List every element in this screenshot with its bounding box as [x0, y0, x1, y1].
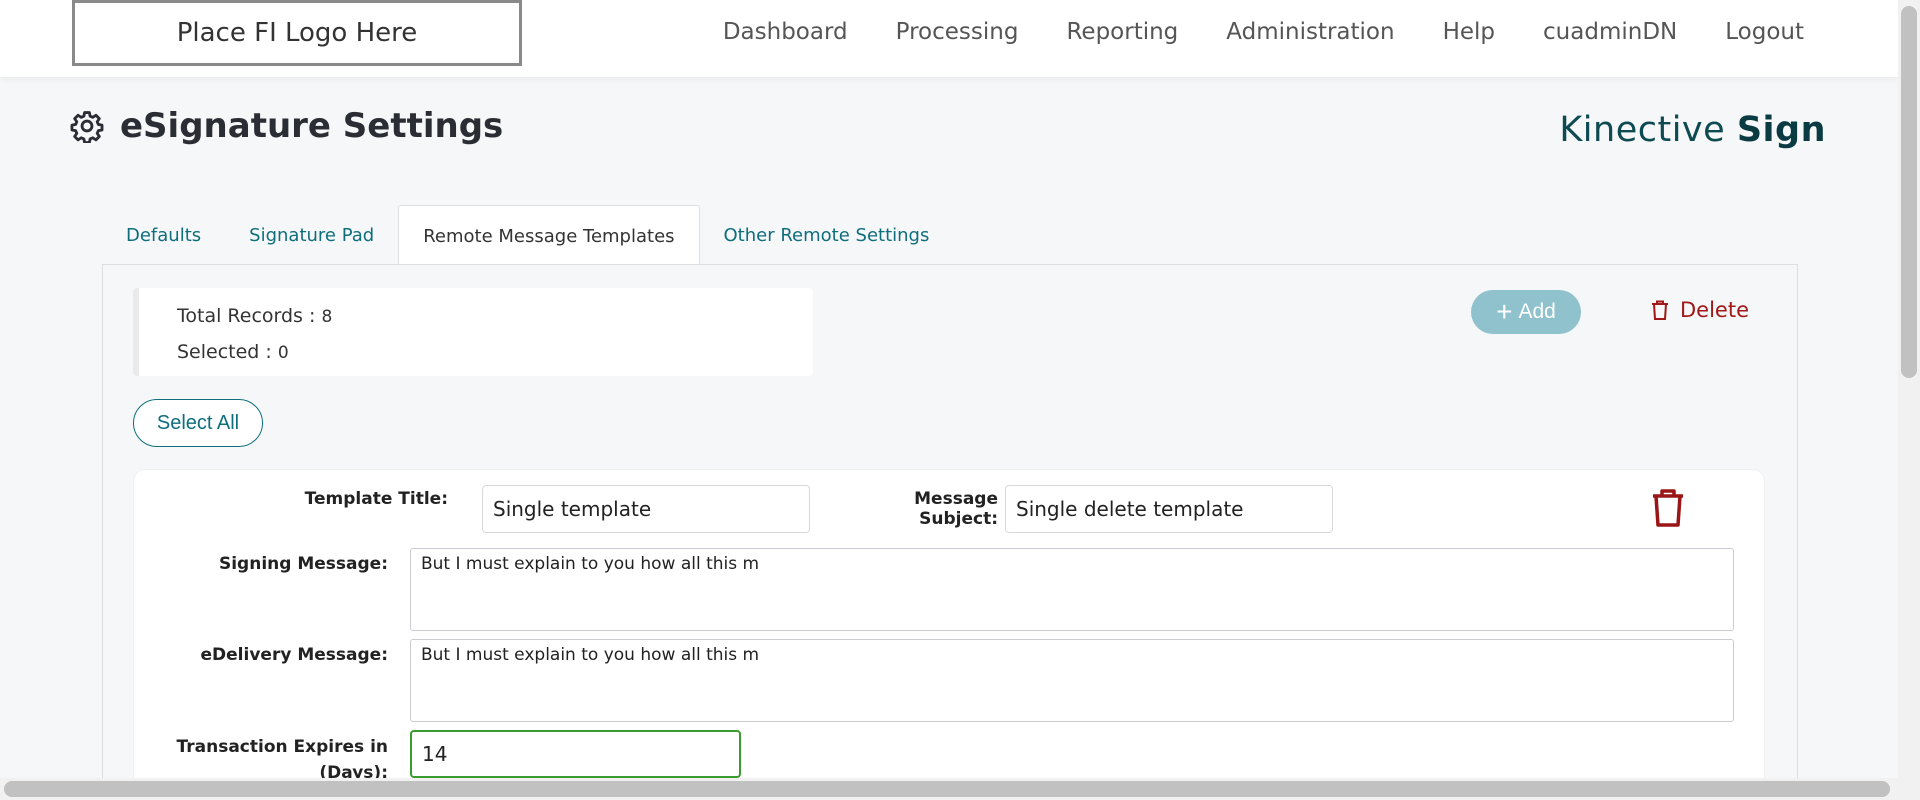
message-subject-input[interactable]: Single delete template	[1005, 485, 1333, 533]
total-records-label: Total Records :	[177, 305, 322, 327]
transaction-expires-label-line1: Transaction Expires in	[176, 737, 388, 757]
tab-remote-message-templates[interactable]: Remote Message Templates	[398, 205, 700, 266]
signing-message-label: Signing Message:	[218, 554, 388, 574]
main-nav: Dashboard Processing Reporting Administr…	[699, 12, 1804, 52]
nav-help[interactable]: Help	[1419, 19, 1519, 45]
nav-administration[interactable]: Administration	[1202, 19, 1418, 45]
vertical-scrollbar[interactable]	[1898, 0, 1920, 800]
add-button-label: Add	[1518, 300, 1556, 323]
top-navigation-bar: Place FI Logo Here Dashboard Processing …	[0, 0, 1898, 77]
nav-user-account[interactable]: cuadminDN	[1519, 19, 1701, 45]
nav-dashboard[interactable]: Dashboard	[699, 19, 872, 45]
fi-logo-placeholder[interactable]: Place FI Logo Here	[72, 0, 522, 66]
selected-records-count: 0	[277, 343, 289, 363]
nav-processing[interactable]: Processing	[872, 19, 1043, 45]
trash-icon	[1652, 300, 1668, 320]
selected-records-label: Selected :	[177, 341, 278, 363]
records-summary: Total Records : 8 Selected : 0	[133, 288, 813, 376]
delete-button-label: Delete	[1680, 298, 1749, 322]
edelivery-message-label: eDelivery Message:	[200, 645, 388, 665]
tab-defaults[interactable]: Defaults	[102, 205, 225, 265]
add-template-button[interactable]: + Add	[1471, 290, 1581, 334]
transaction-expires-input[interactable]: 14	[410, 730, 741, 778]
select-all-button[interactable]: Select All	[133, 399, 263, 447]
page-title-row: eSignature Settings	[70, 106, 503, 146]
page-title: eSignature Settings	[120, 106, 504, 146]
brand-logo: Kinective Sign	[1559, 110, 1826, 150]
total-records: Total Records : 8	[177, 298, 813, 334]
tab-signature-pad[interactable]: Signature Pad	[225, 205, 398, 265]
horizontal-scroll-thumb[interactable]	[4, 781, 1890, 797]
delete-template-icon[interactable]	[1651, 488, 1685, 528]
vertical-scroll-thumb[interactable]	[1901, 6, 1917, 378]
brand-name-light: Kinective	[1559, 110, 1737, 150]
selected-records: Selected : 0	[177, 334, 813, 370]
gear-icon	[70, 111, 104, 143]
plus-icon: +	[1496, 296, 1513, 327]
tab-other-remote-settings[interactable]: Other Remote Settings	[700, 205, 954, 265]
nav-reporting[interactable]: Reporting	[1042, 19, 1202, 45]
template-title-input[interactable]: Single template	[482, 485, 810, 533]
horizontal-scrollbar[interactable]	[0, 778, 1898, 800]
message-subject-label: Message Subject:	[914, 489, 998, 529]
brand-name-bold: Sign	[1736, 110, 1826, 150]
total-records-count: 8	[321, 307, 333, 327]
delete-selected-button[interactable]: Delete	[1650, 298, 1749, 322]
template-title-label: Template Title:	[304, 489, 448, 509]
nav-logout[interactable]: Logout	[1701, 19, 1804, 45]
signing-message-textarea[interactable]: But I must explain to you how all this m	[410, 548, 1734, 631]
edelivery-message-textarea[interactable]: But I must explain to you how all this m	[410, 639, 1734, 722]
settings-tabs: Defaults Signature Pad Remote Message Te…	[102, 205, 954, 266]
